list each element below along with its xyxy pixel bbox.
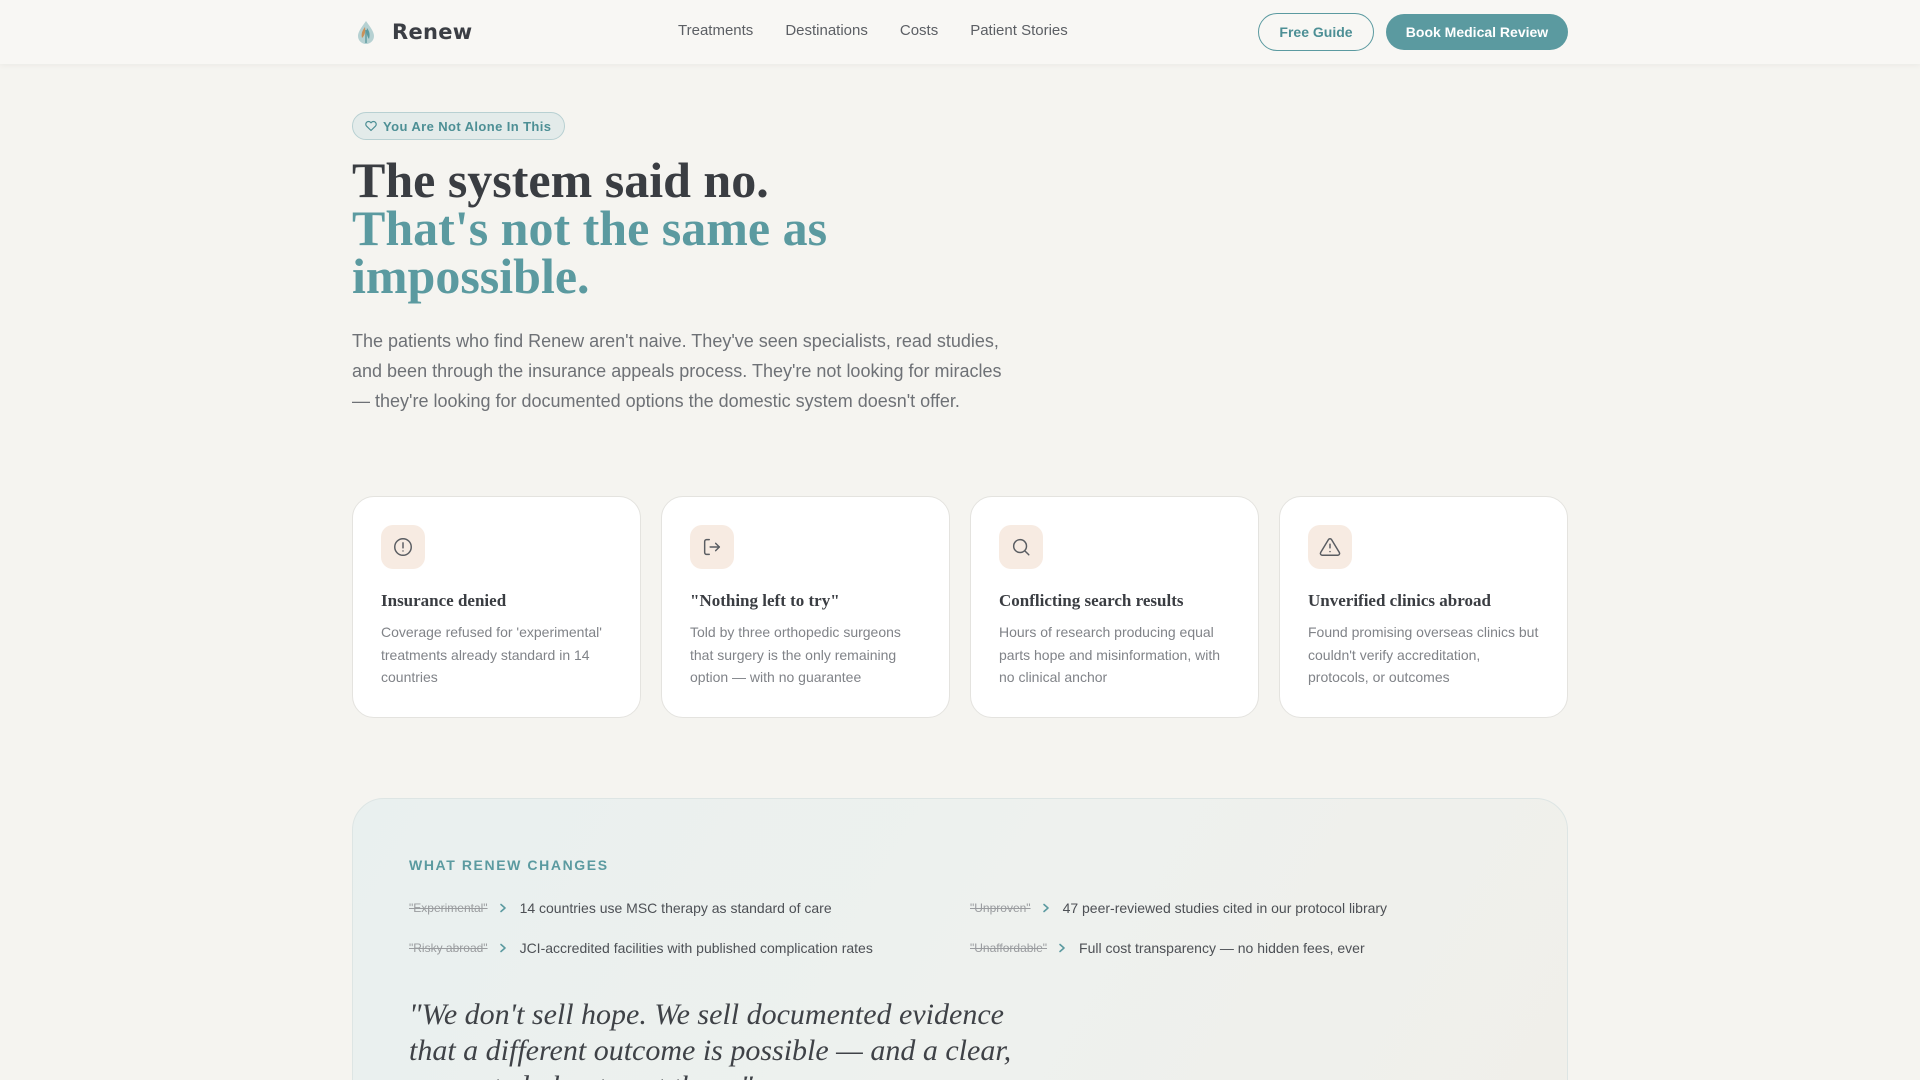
card-text: Coverage refused for 'experimental' trea… — [381, 624, 602, 685]
chevron-right-icon — [498, 903, 508, 913]
card-text: Told by three orthopedic surgeons that s… — [690, 624, 901, 685]
change-item: "Risky abroad" JCI-accredited facilities… — [409, 940, 873, 956]
hero-title-line-1: The system said no. — [352, 152, 769, 208]
change-to-text: 14 countries use MSC therapy as standard… — [519, 900, 832, 916]
hero-title-line-2: That's not the same as impossible. — [352, 200, 828, 304]
change-from-text: "Experimental" — [409, 901, 488, 915]
card-icon-wrapper — [690, 525, 734, 569]
brand-logo-link[interactable]: Renew — [352, 18, 473, 46]
pain-point-cards: Insurance denied Coverage refused for 'e… — [352, 496, 1568, 718]
card-icon-wrapper — [381, 525, 425, 569]
hero-title: The system said no. That's not the same … — [352, 152, 1052, 304]
brand-name: Renew — [392, 20, 473, 44]
card-text: Found promising overseas clinics but cou… — [1308, 624, 1539, 685]
exit-arrow-icon — [703, 538, 721, 556]
nav-link-patient-stories[interactable]: Patient Stories — [970, 22, 1068, 39]
card-icon-wrapper — [1308, 525, 1352, 569]
card-title: Conflicting search results — [999, 591, 1184, 610]
card-icon-wrapper — [999, 525, 1043, 569]
search-icon — [1012, 538, 1030, 556]
pain-point-card: Insurance denied Coverage refused for 'e… — [352, 496, 641, 718]
change-from-text: "Unproven" — [970, 901, 1031, 915]
change-to-text: Full cost transparency — no hidden fees,… — [1079, 940, 1365, 956]
change-to-text: JCI-accredited facilities with published… — [519, 940, 873, 956]
heart-icon — [365, 120, 377, 132]
change-from-text: "Risky abroad" — [409, 941, 488, 955]
droplet-leaf-icon — [358, 21, 374, 44]
brand-quote: "We don't sell hope. We sell documented … — [409, 998, 1012, 1080]
nav-links: Treatments Destinations Costs Patient St… — [678, 22, 1068, 39]
what-renew-changes-panel: WHAT RENEW CHANGES "Experimental" 14 cou… — [352, 798, 1568, 1080]
chevron-right-icon — [1041, 903, 1051, 913]
card-title: Insurance denied — [381, 591, 507, 610]
change-item: "Unaffordable" Full cost transparency — … — [970, 940, 1365, 956]
change-item: "Experimental" 14 countries use MSC ther… — [409, 900, 832, 916]
nav-link-treatments[interactable]: Treatments — [678, 22, 753, 39]
free-guide-button[interactable]: Free Guide — [1258, 13, 1374, 51]
change-from-text: "Unaffordable" — [970, 941, 1048, 955]
book-medical-review-button[interactable]: Book Medical Review — [1386, 14, 1568, 50]
top-nav: Renew Treatments Destinations Costs Pati… — [0, 0, 1920, 64]
chevron-right-icon — [1057, 943, 1067, 953]
pain-point-card: Unverified clinics abroad Found promisin… — [1279, 496, 1568, 718]
card-text: Hours of research producing equal parts … — [999, 624, 1220, 685]
card-title: Unverified clinics abroad — [1308, 591, 1491, 610]
nav-link-costs[interactable]: Costs — [900, 22, 938, 39]
hero-badge: You Are Not Alone In This — [352, 112, 566, 140]
change-to-text: 47 peer-reviewed studies cited in our pr… — [1062, 900, 1388, 916]
pain-point-card: "Nothing left to try" Told by three orth… — [661, 496, 950, 718]
chevron-right-icon — [498, 943, 508, 953]
hero-badge-text: You Are Not Alone In This — [383, 118, 552, 134]
pain-point-card: Conflicting search results Hours of rese… — [970, 496, 1259, 718]
alert-circle-icon — [394, 538, 412, 556]
warning-triangle-icon — [1319, 537, 1341, 556]
change-item: "Unproven" 47 peer-reviewed studies cite… — [970, 900, 1387, 916]
card-title: "Nothing left to try" — [690, 591, 840, 610]
nav-link-destinations[interactable]: Destinations — [785, 22, 868, 39]
section-label: WHAT RENEW CHANGES — [409, 857, 609, 873]
hero-description: The patients who find Renew aren't naive… — [352, 331, 1002, 411]
